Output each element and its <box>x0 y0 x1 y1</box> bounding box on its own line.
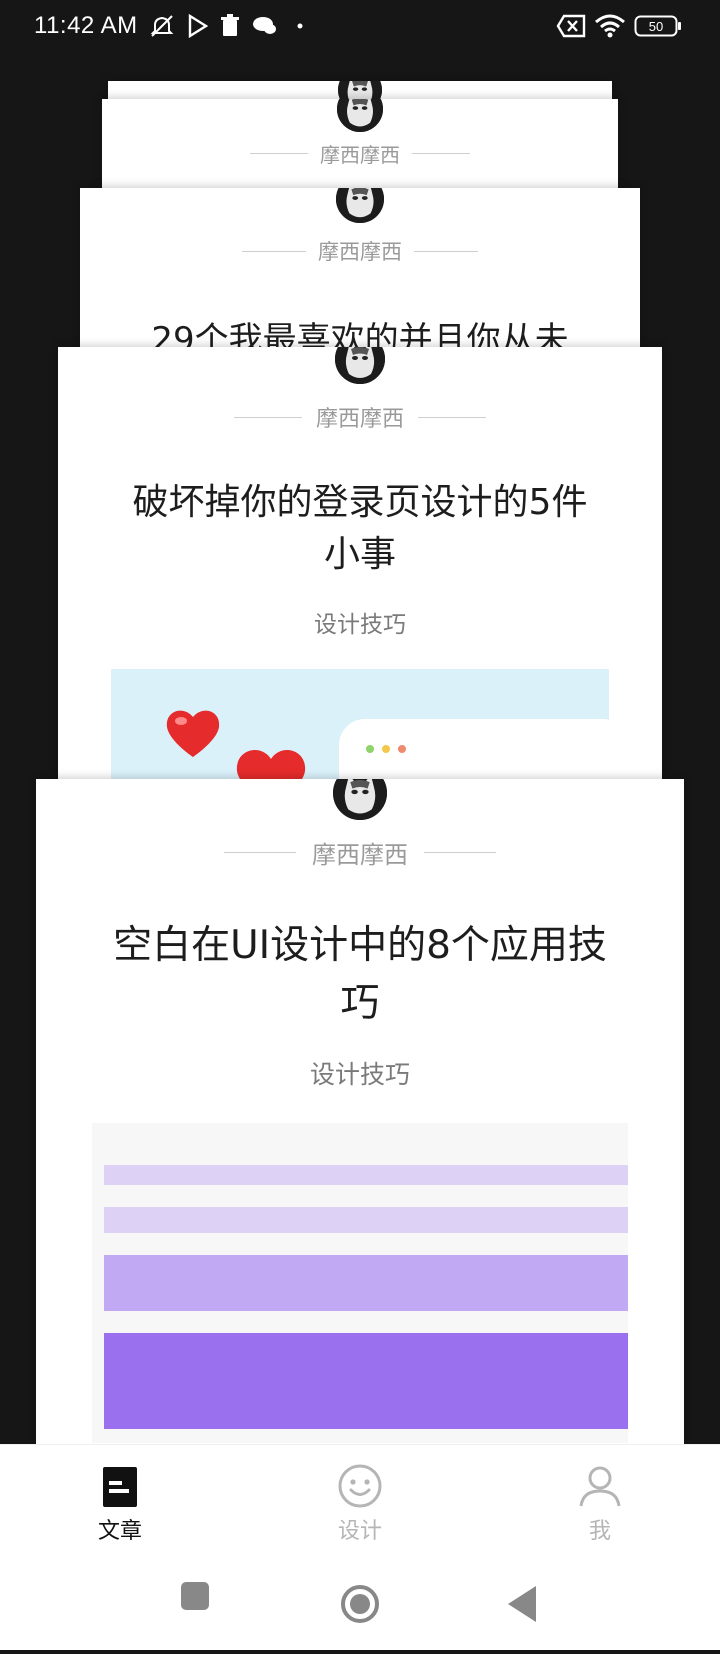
author-name[interactable]: 摩西摩西 <box>318 236 402 266</box>
article-icon <box>97 1463 143 1509</box>
author-name[interactable]: 摩西摩西 <box>316 401 404 433</box>
divider <box>424 852 496 853</box>
person-icon <box>577 1463 623 1509</box>
author-row: 摩西摩西 <box>80 236 640 266</box>
tab-design-label: 设计 <box>337 1519 382 1544</box>
system-nav-bar <box>0 1552 720 1650</box>
divider <box>418 416 486 418</box>
author-name[interactable]: 摩西摩西 <box>320 139 400 168</box>
article-title[interactable]: 破坏掉你的登录页设计的5件小事 <box>128 477 592 581</box>
status-bar: 11:42 AM 50 <box>0 0 720 56</box>
divider <box>242 250 306 252</box>
bottom-nav: 文章 设计 我 <box>0 1444 720 1553</box>
article-category[interactable]: 设计技巧 <box>36 1055 684 1091</box>
article-title[interactable]: 空白在UI设计中的8个应用技巧 <box>106 917 614 1033</box>
tab-articles[interactable]: 文章 <box>60 1463 180 1545</box>
author-row: 摩西摩西 <box>36 835 684 870</box>
no-sim-icon <box>556 12 586 40</box>
author-avatar[interactable] <box>330 779 390 823</box>
divider <box>412 153 470 154</box>
divider <box>233 416 302 418</box>
status-time: 11:42 AM <box>34 12 138 39</box>
battery-level: 50 <box>649 19 663 34</box>
whitespace-bar <box>104 1255 628 1311</box>
mute-bell-icon <box>147 12 177 40</box>
wifi-icon <box>594 12 626 40</box>
play-store-icon <box>186 12 210 40</box>
trash-icon <box>219 12 241 40</box>
recents-button[interactable] <box>181 1582 209 1610</box>
author-row: 摩西摩西 <box>102 139 618 168</box>
smile-icon <box>337 1463 383 1509</box>
tab-me[interactable]: 我 <box>540 1463 660 1545</box>
battery-icon: 50 <box>634 12 682 40</box>
notification-dot-icon <box>296 12 304 40</box>
divider <box>224 852 296 853</box>
author-avatar[interactable] <box>332 347 388 387</box>
back-button[interactable] <box>508 1586 536 1622</box>
author-avatar[interactable] <box>334 99 386 135</box>
tab-articles-label: 文章 <box>97 1519 142 1544</box>
author-row: 摩西摩西 <box>58 401 662 433</box>
article-cover-image[interactable] <box>111 669 609 787</box>
divider <box>250 153 308 154</box>
whitespace-bar <box>104 1207 628 1233</box>
article-cover-image[interactable] <box>92 1123 628 1443</box>
tab-me-label: 我 <box>588 1519 611 1544</box>
whitespace-bar <box>104 1165 628 1185</box>
whitespace-bar <box>104 1333 628 1429</box>
divider <box>414 250 478 252</box>
article-category[interactable]: 设计技巧 <box>58 605 662 639</box>
article-card[interactable]: 摩西摩西 破坏掉你的登录页设计的5件小事 设计技巧 <box>58 347 662 787</box>
author-name[interactable]: 摩西摩西 <box>312 835 408 870</box>
chat-icon <box>252 12 278 40</box>
article-card[interactable]: 摩西摩西 空白在UI设计中的8个应用技巧 设计技巧 <box>36 779 684 1459</box>
tab-design[interactable]: 设计 <box>300 1463 420 1545</box>
author-avatar[interactable] <box>333 188 387 226</box>
